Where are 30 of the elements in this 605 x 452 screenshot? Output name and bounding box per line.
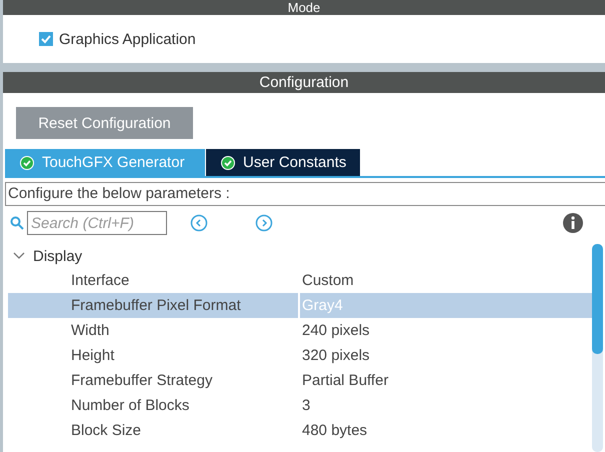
parameter-name[interactable]: Framebuffer Strategy <box>71 372 212 389</box>
hint-text: Configure the below parameters : <box>5 182 605 206</box>
tree-group[interactable]: Display <box>8 244 592 268</box>
parameter-name[interactable]: Height <box>71 347 114 364</box>
group-label: Display <box>33 248 82 264</box>
parameter-name[interactable]: Width <box>71 322 110 339</box>
parameter-name[interactable]: Interface <box>71 272 130 289</box>
tab[interactable]: User Constants <box>206 149 360 176</box>
scrollbar-thumb[interactable] <box>592 244 603 354</box>
section-header: Configuration <box>3 72 605 93</box>
section-header: Mode <box>3 0 605 15</box>
parameter-value[interactable]: 240 pixels <box>300 322 592 339</box>
checkbox-label: Graphics Application <box>59 30 196 48</box>
check-icon <box>20 156 34 170</box>
check-icon <box>221 156 235 170</box>
next-icon[interactable] <box>255 214 273 232</box>
parameter-name[interactable]: Number of Blocks <box>71 397 190 414</box>
parameter-name[interactable]: Framebuffer Pixel Format <box>71 297 241 314</box>
previous-icon[interactable] <box>190 214 208 232</box>
parameter-name[interactable]: Block Size <box>71 422 142 439</box>
parameter-value[interactable]: 3 <box>300 397 592 414</box>
parameter-value[interactable]: Partial Buffer <box>300 372 592 389</box>
parameter-value[interactable]: 480 bytes <box>300 422 592 439</box>
chevron-icon[interactable] <box>13 252 25 260</box>
search-field[interactable]: Search (Ctrl+F) <box>27 211 167 235</box>
parameter-value[interactable]: 320 pixels <box>300 347 592 364</box>
info-icon[interactable] <box>563 213 583 233</box>
checkbox[interactable] <box>39 32 53 46</box>
parameter-value[interactable]: Custom <box>300 272 592 289</box>
search-icon[interactable] <box>10 216 24 230</box>
